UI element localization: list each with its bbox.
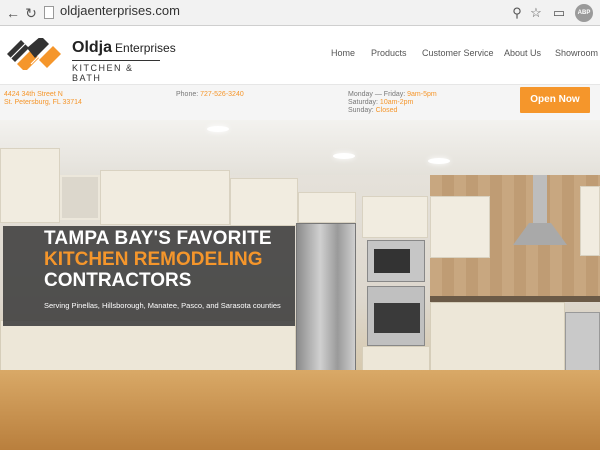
wall-oven	[367, 286, 425, 346]
lower-cabinet	[430, 302, 565, 377]
nav-home[interactable]: Home	[331, 48, 355, 58]
wood-floor	[0, 370, 600, 450]
nav-customer-service[interactable]: Customer Service	[422, 48, 494, 58]
address: 4424 34th Street N St. Petersburg, FL 33…	[4, 91, 82, 106]
brand-suffix: Enterprises	[115, 41, 176, 55]
address-bar[interactable]: oldjaenterprises.com	[60, 3, 180, 18]
open-now-button[interactable]: Open Now	[520, 87, 590, 113]
upper-cabinet	[298, 192, 356, 223]
site-header: Oldja Enterprises KITCHEN & BATH Home Pro…	[0, 26, 600, 84]
upper-cabinet	[362, 196, 428, 238]
page-icon	[44, 6, 54, 19]
ceiling-light	[428, 158, 450, 164]
phone: Phone: 727-526-3240	[176, 91, 244, 98]
logo-icon[interactable]	[5, 38, 63, 70]
range-hood	[513, 175, 567, 245]
hero-subtext: Serving Pinellas, Hillsborough, Manatee,…	[44, 301, 281, 310]
hero-headline-line3: CONTRACTORS	[44, 270, 192, 291]
glass-cabinet	[60, 175, 100, 220]
back-icon[interactable]: ←	[4, 4, 22, 22]
cast-icon[interactable]: ▭	[550, 4, 568, 22]
upper-cabinet	[580, 186, 600, 256]
adblock-icon[interactable]: ABP	[575, 4, 593, 22]
info-bar: 4424 34th Street N St. Petersburg, FL 33…	[0, 84, 600, 121]
brand-tagline: KITCHEN & BATH	[72, 60, 160, 83]
brand-name[interactable]: Oldja Enterprises	[72, 39, 176, 57]
ceiling-light	[207, 126, 229, 132]
zoom-icon[interactable]: ⚲	[508, 4, 526, 22]
refrigerator	[296, 223, 356, 383]
upper-cabinet	[100, 170, 230, 225]
phone-number[interactable]: 727-526-3240	[200, 91, 244, 98]
upper-cabinet	[430, 196, 490, 258]
reload-icon[interactable]: ↻	[22, 4, 40, 22]
ceiling	[0, 120, 600, 175]
hero-headline-line2: KITCHEN REMODELING	[44, 249, 263, 270]
hero-headline-line1: TAMPA BAY'S FAVORITE	[44, 228, 272, 249]
browser-toolbar: ← ↻ oldjaenterprises.com ⚲ ☆ ▭ ABP	[0, 0, 600, 26]
microwave	[367, 240, 425, 282]
nav-about-us[interactable]: About Us	[504, 48, 541, 58]
ceiling-light	[333, 153, 355, 159]
upper-cabinet	[230, 178, 298, 226]
nav-products[interactable]: Products	[371, 48, 407, 58]
star-icon[interactable]: ☆	[527, 4, 545, 22]
business-hours: Monday — Friday: 9am-5pm Saturday: 10am-…	[348, 91, 437, 114]
upper-cabinet	[0, 148, 60, 223]
nav-showroom[interactable]: Showroom	[555, 48, 598, 58]
